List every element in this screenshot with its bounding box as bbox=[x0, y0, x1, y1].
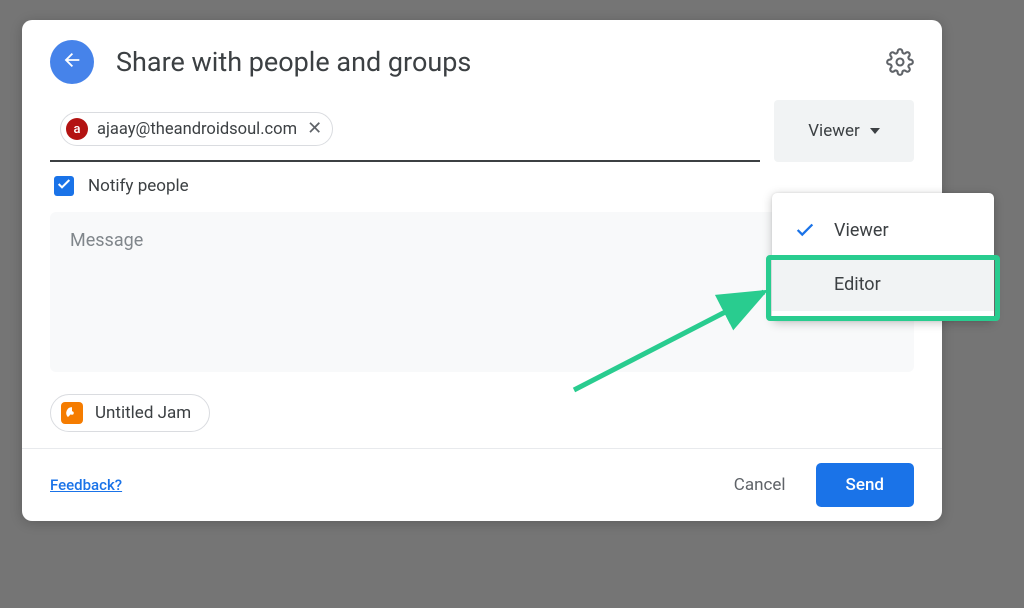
role-option-editor[interactable]: Editor bbox=[772, 257, 994, 311]
caret-down-icon bbox=[870, 128, 880, 134]
gear-icon bbox=[886, 61, 914, 80]
recipients-input[interactable]: a ajaay@theandroidsoul.com ✕ bbox=[50, 100, 760, 162]
attachment-name: Untitled Jam bbox=[95, 403, 191, 423]
notify-label: Notify people bbox=[88, 176, 189, 196]
notify-checkbox[interactable] bbox=[54, 176, 74, 196]
recipient-chip[interactable]: a ajaay@theandroidsoul.com ✕ bbox=[60, 112, 333, 146]
dialog-header: Share with people and groups bbox=[22, 20, 942, 100]
dialog-title: Share with people and groups bbox=[116, 46, 886, 78]
avatar: a bbox=[66, 118, 88, 140]
remove-recipient-button[interactable]: ✕ bbox=[307, 120, 322, 138]
send-button[interactable]: Send bbox=[816, 463, 914, 507]
attachment-chip[interactable]: Untitled Jam bbox=[50, 394, 210, 432]
feedback-link[interactable]: Feedback? bbox=[50, 476, 122, 494]
dialog-footer: Feedback? Cancel Send bbox=[22, 463, 942, 507]
checkmark-icon bbox=[794, 219, 816, 241]
divider bbox=[22, 448, 942, 449]
message-placeholder: Message bbox=[70, 230, 143, 251]
recipients-row: a ajaay@theandroidsoul.com ✕ Viewer bbox=[22, 100, 942, 162]
role-dropdown-menu: Viewer Editor bbox=[772, 193, 994, 321]
role-dropdown-button[interactable]: Viewer bbox=[774, 100, 914, 162]
arrow-left-icon bbox=[61, 49, 83, 75]
role-label: Viewer bbox=[808, 121, 860, 141]
role-option-label: Editor bbox=[834, 274, 881, 295]
close-icon: ✕ bbox=[307, 118, 322, 139]
jamboard-icon bbox=[61, 402, 83, 424]
checkmark-icon bbox=[56, 176, 72, 197]
recipient-email: ajaay@theandroidsoul.com bbox=[97, 120, 297, 139]
cancel-button[interactable]: Cancel bbox=[712, 463, 808, 507]
settings-button[interactable] bbox=[886, 48, 914, 76]
role-option-label: Viewer bbox=[834, 220, 889, 241]
back-button[interactable] bbox=[50, 40, 94, 84]
attachment-row: Untitled Jam bbox=[22, 390, 942, 448]
role-option-viewer[interactable]: Viewer bbox=[772, 203, 994, 257]
